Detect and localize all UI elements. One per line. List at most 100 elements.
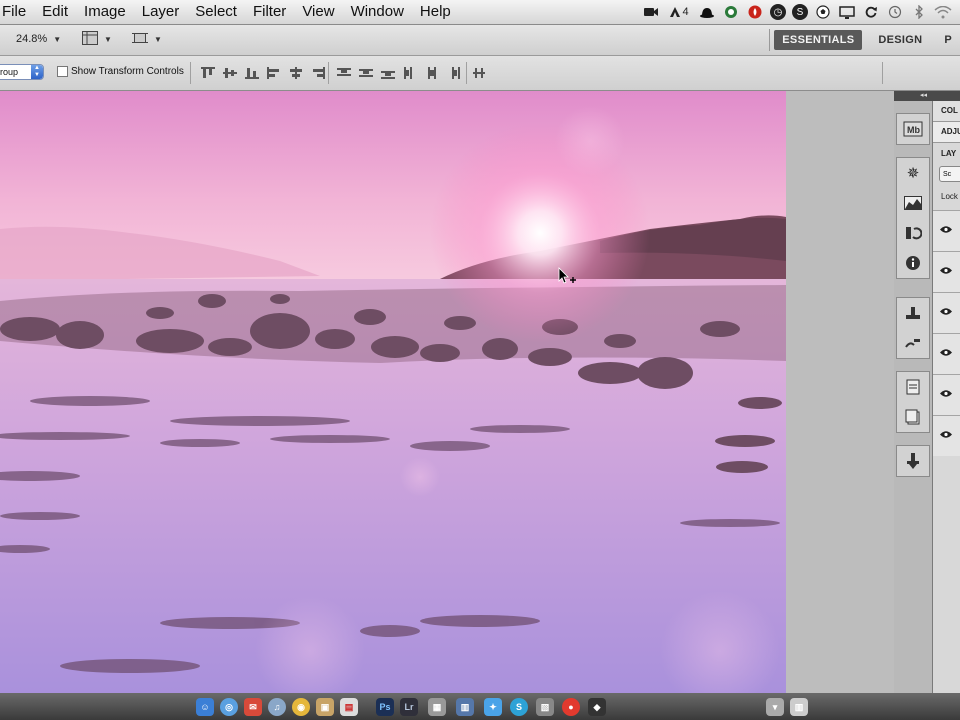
menu-filter[interactable]: Filter <box>245 0 294 24</box>
show-transform-controls-toggle[interactable]: Show Transform Controls <box>57 66 184 77</box>
distribute-left-edges-icon[interactable] <box>402 66 418 80</box>
distribute-bottom-edges-icon[interactable] <box>380 66 396 80</box>
distribute-vertical-centers-icon[interactable] <box>358 66 374 80</box>
mini-bridge-icon[interactable]: Mb <box>897 114 929 144</box>
eye-visibility-icon[interactable] <box>939 266 953 275</box>
view-extras-dropdown[interactable]: ▼ <box>82 31 112 48</box>
eye-visibility-icon[interactable] <box>939 389 953 398</box>
video-camera-icon[interactable] <box>642 4 660 20</box>
layer-row[interactable] <box>933 333 960 374</box>
flame-icon[interactable] <box>746 4 764 20</box>
layer-row[interactable] <box>933 251 960 292</box>
workspace-painting[interactable]: P <box>936 30 960 50</box>
show-transform-controls-checkbox[interactable] <box>57 66 68 77</box>
align-left-edges-icon[interactable] <box>266 66 282 80</box>
history-icon[interactable] <box>897 218 929 248</box>
safari-icon[interactable]: ◎ <box>220 698 238 716</box>
blend-mode-dropdown[interactable]: Sc <box>939 166 960 182</box>
distribute-buttons <box>336 66 462 80</box>
tool-presets-group <box>896 297 930 359</box>
calendar-icon[interactable]: ▤ <box>340 698 358 716</box>
auto-align-layers-icon[interactable] <box>472 66 488 80</box>
adobe-updater-icon[interactable]: 4 <box>666 4 692 20</box>
distribute-horizontal-centers-icon[interactable] <box>424 66 440 80</box>
navigator-icon[interactable]: ✵ <box>897 158 929 188</box>
recycle-icon[interactable] <box>722 4 740 20</box>
character-icon[interactable] <box>897 372 929 402</box>
layer-row[interactable] <box>933 415 960 456</box>
paragraph-icon[interactable] <box>897 402 929 432</box>
clone-source-icon[interactable] <box>897 446 929 476</box>
move-cursor-icon <box>558 267 576 284</box>
divider <box>769 29 771 51</box>
eye-visibility-icon[interactable] <box>939 430 953 439</box>
brush-presets-icon[interactable] <box>897 328 929 358</box>
info-icon[interactable] <box>897 248 929 278</box>
layer-row[interactable] <box>933 292 960 333</box>
time-machine-icon[interactable] <box>886 4 904 20</box>
clock-icon[interactable]: ◷ <box>770 4 786 20</box>
distribute-right-edges-icon[interactable] <box>446 66 462 80</box>
lightroom-icon[interactable]: Lr <box>400 698 418 716</box>
eye-visibility-icon[interactable] <box>939 307 953 316</box>
chrome-icon[interactable]: ◉ <box>292 698 310 716</box>
zoom-level-dropdown[interactable]: 24.8% ▼ <box>16 33 61 45</box>
menu-view[interactable]: View <box>294 0 342 24</box>
tab-color[interactable]: COL <box>933 101 960 122</box>
app-icon[interactable]: ● <box>562 698 580 716</box>
photoshop-icon[interactable]: Ps <box>376 698 394 716</box>
menu-select[interactable]: Select <box>187 0 245 24</box>
tab-layers[interactable]: LAY <box>933 143 960 163</box>
layer-row[interactable] <box>933 210 960 251</box>
app-icon[interactable]: ◆ <box>588 698 606 716</box>
distribute-top-edges-icon[interactable] <box>336 66 352 80</box>
mail-icon[interactable]: ✉ <box>244 698 262 716</box>
document-canvas[interactable] <box>0 91 786 693</box>
skype-icon[interactable]: S <box>792 4 808 20</box>
align-buttons <box>200 66 326 80</box>
display-icon[interactable] <box>838 4 856 20</box>
align-horizontal-centers-icon[interactable] <box>288 66 304 80</box>
align-right-edges-icon[interactable] <box>310 66 326 80</box>
preview-icon[interactable]: ▣ <box>316 698 334 716</box>
menu-edit[interactable]: Edit <box>34 0 76 24</box>
itunes-icon[interactable]: ♫ <box>268 698 286 716</box>
auto-select-type-dropdown[interactable]: roup ▲ ▼ <box>0 64 44 80</box>
workspace-essentials[interactable]: ESSENTIALS <box>774 30 863 50</box>
collapse-panels-icon[interactable]: ◂◂ <box>894 91 960 101</box>
layer-row[interactable] <box>933 374 960 415</box>
menu-help[interactable]: Help <box>412 0 459 24</box>
wifi-icon[interactable] <box>934 4 952 20</box>
pasteboard <box>786 91 894 693</box>
eye-visibility-icon[interactable] <box>939 348 953 357</box>
up-down-arrows-icon: ▲ ▼ <box>31 65 43 79</box>
app-icon[interactable]: ▦ <box>428 698 446 716</box>
sync-icon[interactable] <box>862 4 880 20</box>
tab-adjustments[interactable]: ADJU <box>933 122 960 143</box>
app-icon[interactable]: ▧ <box>536 698 554 716</box>
soccer-ball-icon[interactable] <box>814 4 832 20</box>
tool-presets-icon[interactable] <box>897 298 929 328</box>
mini-bridge-group: Mb <box>896 113 930 145</box>
twitter-icon[interactable]: ✦ <box>484 698 502 716</box>
workspace-design[interactable]: DESIGN <box>870 30 930 50</box>
menu-image[interactable]: Image <box>76 0 134 24</box>
downloads-stack-icon[interactable]: ▾ <box>766 698 784 716</box>
trash-icon[interactable]: ▥ <box>790 698 808 716</box>
screen-mode-dropdown[interactable]: ▼ <box>132 31 162 48</box>
menu-layer[interactable]: Layer <box>134 0 188 24</box>
align-vertical-centers-icon[interactable] <box>222 66 238 80</box>
histogram-icon[interactable] <box>897 188 929 218</box>
finder-icon[interactable]: ☺ <box>196 698 214 716</box>
eye-visibility-icon[interactable] <box>939 225 953 234</box>
chevron-down-icon: ▼ <box>53 34 62 44</box>
align-bottom-edges-icon[interactable] <box>244 66 260 80</box>
menu-window[interactable]: Window <box>343 0 412 24</box>
menu-file[interactable]: File <box>0 0 34 24</box>
mac-dock: ☺ ◎ ✉ ♫ ◉ ▣ ▤ Ps Lr ▦ ▥ ✦ S ▧ ● ◆ ▾ ▥ <box>0 693 960 720</box>
app-icon[interactable]: ▥ <box>456 698 474 716</box>
skype-dock-icon[interactable]: S <box>510 698 528 716</box>
bluetooth-icon[interactable] <box>910 4 928 20</box>
bowler-hat-icon[interactable] <box>698 4 716 20</box>
align-top-edges-icon[interactable] <box>200 66 216 80</box>
